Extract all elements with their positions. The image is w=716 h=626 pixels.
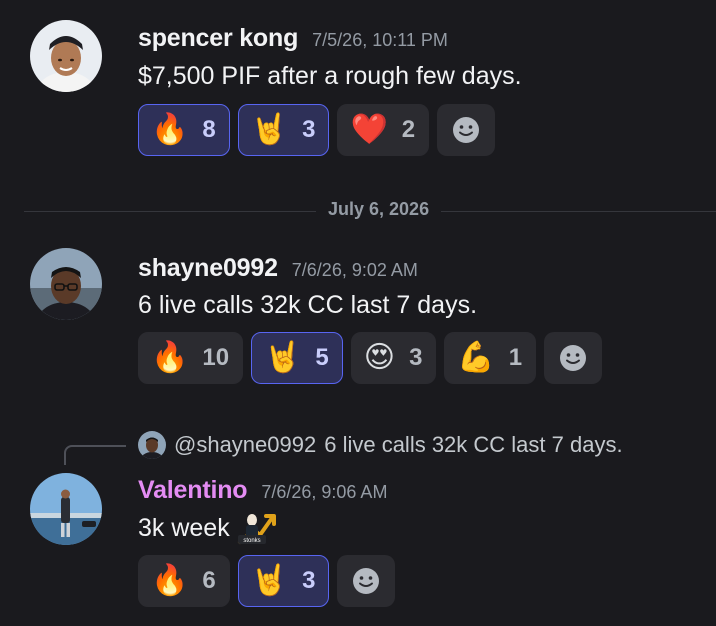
reaction-flexed-biceps[interactable]: 💪 1 [444, 332, 537, 384]
message-text: $7,500 PIF after a rough few days. [138, 62, 522, 90]
reaction-bar: 🔥 10 🤘 5 😍 3 💪 1 [138, 332, 603, 384]
avatar[interactable] [30, 473, 102, 545]
flexed-biceps-icon: 💪 [457, 341, 495, 374]
reaction-count: 10 [202, 344, 230, 371]
reaction-count: 5 [315, 344, 329, 371]
reply-mention[interactable]: @shayne0992 [174, 432, 316, 458]
username[interactable]: spencer kong [138, 24, 298, 53]
add-reaction-button[interactable] [437, 104, 496, 156]
message-content: 3k week stonks [138, 508, 278, 548]
smiley-add-icon [560, 345, 587, 371]
reaction-heart-eyes[interactable]: 😍 3 [350, 332, 437, 384]
fire-icon: 🔥 [151, 341, 189, 374]
chat-log: spencer kong 7/5/26, 10:11 PM $7,500 PIF… [0, 0, 716, 626]
avatar[interactable] [30, 248, 102, 320]
rock-on-icon: 🤘 [250, 564, 289, 597]
reaction-count: 6 [202, 567, 216, 594]
reply-preview[interactable]: @shayne0992 6 live calls 32k CC last 7 d… [138, 431, 623, 459]
timestamp: 7/6/26, 9:06 AM [261, 482, 388, 502]
reply-text: 6 live calls 32k CC last 7 days. [324, 432, 623, 457]
smiley-add-icon [453, 117, 480, 143]
reaction-heart[interactable]: ❤️ 2 [337, 104, 430, 156]
reaction-rock-on[interactable]: 🤘 3 [237, 555, 330, 607]
avatar[interactable] [30, 20, 102, 92]
rock-on-icon: 🤘 [264, 341, 302, 374]
message-content: 6 live calls 32k CC last 7 days. [138, 291, 477, 320]
heart-eyes-icon: 😍 [363, 341, 396, 374]
rock-on-icon: 🤘 [250, 113, 289, 146]
reaction-count: 1 [508, 344, 523, 371]
username[interactable]: Valentino [138, 476, 248, 505]
reply-connector [64, 445, 126, 465]
message-text: 6 live calls 32k CC last 7 days. [138, 291, 478, 319]
username[interactable]: shayne0992 [138, 254, 278, 283]
reply-avatar [138, 431, 166, 459]
reaction-count: 8 [202, 116, 216, 143]
timestamp: 7/5/26, 10:11 PM [312, 30, 448, 50]
reaction-count: 3 [302, 116, 316, 143]
reaction-fire[interactable]: 🔥 6 [138, 555, 230, 607]
reaction-count: 2 [401, 116, 416, 143]
reaction-fire[interactable]: 🔥 10 [138, 332, 244, 384]
stonks-label: stonks [243, 538, 260, 544]
heart-icon: ❤️ [350, 113, 388, 146]
message-text: 3k week [138, 513, 230, 542]
message-content: $7,500 PIF after a rough few days. [138, 62, 522, 91]
reaction-bar: 🔥 6 🤘 3 [138, 555, 396, 607]
fire-icon: 🔥 [151, 113, 189, 146]
date-divider-label: July 6, 2026 [316, 199, 442, 220]
fire-icon: 🔥 [151, 564, 189, 597]
reaction-bar: 🔥 8 🤘 3 ❤️ 2 [138, 104, 496, 156]
reaction-rock-on[interactable]: 🤘 5 [251, 332, 343, 384]
add-reaction-button[interactable] [337, 555, 396, 607]
smiley-add-icon [353, 568, 380, 594]
reaction-count: 3 [302, 567, 316, 594]
add-reaction-button[interactable] [544, 332, 603, 384]
reaction-fire[interactable]: 🔥 8 [138, 104, 230, 156]
timestamp: 7/6/26, 9:02 AM [291, 260, 418, 280]
stonks-emoji-icon: stonks [236, 508, 278, 548]
reaction-rock-on[interactable]: 🤘 3 [237, 104, 330, 156]
reaction-count: 3 [409, 344, 423, 371]
